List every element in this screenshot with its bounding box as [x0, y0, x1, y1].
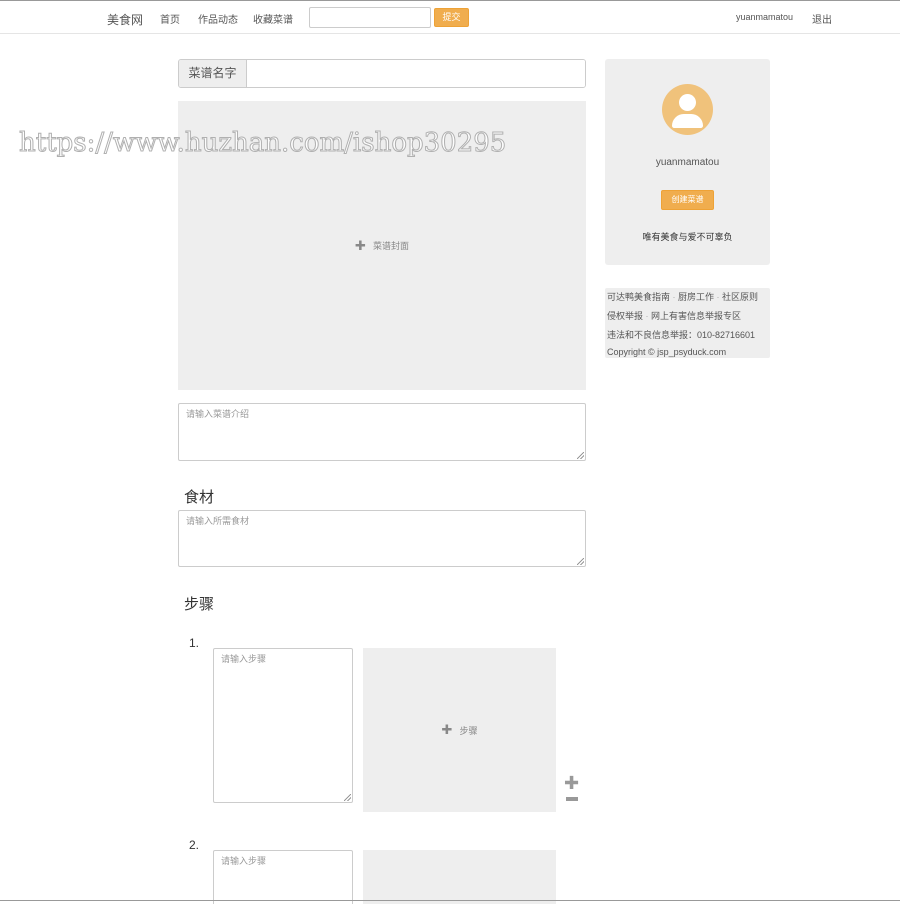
step-number: 1.: [189, 636, 200, 650]
recipe-name-label: 菜谱名字: [179, 60, 247, 87]
nav-link-favorites[interactable]: 收藏菜谱: [253, 11, 293, 26]
recipe-name-input[interactable]: [247, 60, 585, 87]
step-textarea[interactable]: 请输入步骤: [213, 850, 353, 904]
ingredients-textarea[interactable]: 请输入所需食材: [178, 510, 586, 567]
plus-icon: ✚: [355, 237, 366, 253]
step-placeholder: 请输入步骤: [221, 856, 267, 866]
profile-username: yuanmamatou: [655, 157, 720, 168]
user-avatar-icon[interactable]: [662, 84, 713, 135]
step-photo-upload[interactable]: ✚ 步骤: [363, 648, 556, 812]
step-photo-label: 步骤: [459, 725, 478, 736]
cover-upload-label: 菜谱封面: [372, 241, 409, 251]
profile-tagline: 唯有美食与爱不可辜负: [642, 232, 733, 242]
plus-icon: ✚: [441, 722, 453, 737]
remove-step-icon[interactable]: [566, 797, 578, 801]
recipe-name-group: 菜谱名字: [178, 59, 586, 88]
ingredients-placeholder: 请输入所需食材: [186, 516, 250, 526]
create-recipe-button[interactable]: 创建菜谱: [661, 190, 714, 210]
intro-placeholder: 请输入菜谱介绍: [186, 409, 250, 419]
watermark-text: https://www.huzhan.com/ishop30295: [18, 128, 507, 159]
nav-link-works[interactable]: 作品动态: [198, 11, 238, 26]
footer-link-harmful-info[interactable]: 网上有害信息举报专区: [651, 311, 741, 321]
site-footer-card: 可达鸭美食指南 · 厨房工作 · 社区原则 侵权举报 · 网上有害信息举报专区 …: [605, 288, 770, 358]
footer-copyright: Copyright © jsp_psyduck.com: [607, 347, 727, 357]
search-input[interactable]: [309, 7, 431, 28]
nav-username-link[interactable]: yuanmamatou: [736, 12, 793, 22]
footer-link-community-rules[interactable]: 社区原则: [722, 292, 758, 302]
step-number: 2.: [189, 838, 200, 852]
step-textarea[interactable]: 请输入步骤: [213, 648, 353, 803]
logout-link[interactable]: 退出: [812, 11, 832, 26]
footer-link-kitchen-jobs[interactable]: 厨房工作: [678, 292, 714, 302]
page-bottom-border: [0, 900, 900, 901]
steps-heading: 步骤: [184, 596, 215, 613]
resize-handle-icon[interactable]: [344, 794, 351, 801]
step-photo-upload[interactable]: [363, 850, 556, 904]
nav-link-home[interactable]: 首页: [160, 11, 180, 26]
submit-button[interactable]: 提交: [434, 8, 469, 27]
step-placeholder: 请输入步骤: [221, 654, 267, 664]
recipe-intro-textarea[interactable]: 请输入菜谱介绍: [178, 403, 586, 461]
add-step-icon[interactable]: ✚: [564, 774, 579, 792]
ingredients-heading: 食材: [184, 489, 215, 506]
resize-handle-icon[interactable]: [577, 452, 584, 459]
footer-link-guide[interactable]: 可达鸭美食指南: [607, 292, 670, 302]
profile-card: yuanmamatou 创建菜谱 唯有美食与爱不可辜负: [605, 59, 770, 265]
footer-report-line: 违法和不良信息举报：010-82716601: [607, 330, 756, 340]
brand-link[interactable]: 美食网: [107, 11, 143, 28]
top-navbar: 美食网 首页 作品动态 收藏菜谱 提交 yuanmamatou 退出: [0, 0, 900, 34]
footer-link-infringement[interactable]: 侵权举报: [607, 311, 643, 321]
resize-handle-icon[interactable]: [577, 558, 584, 565]
